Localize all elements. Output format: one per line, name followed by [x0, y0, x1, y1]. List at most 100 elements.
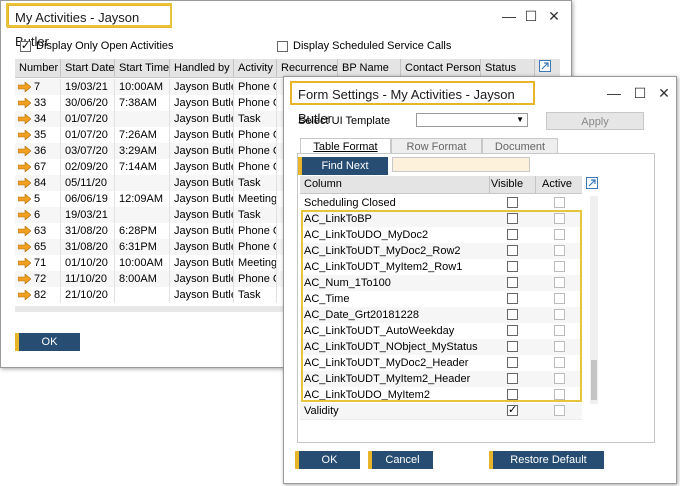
link-arrow-icon[interactable]: [18, 226, 31, 236]
settings-cancel-button[interactable]: Cancel: [368, 451, 433, 469]
list-item[interactable]: AC_LinkToUDT_MyItem2_Header: [300, 371, 582, 388]
close-icon[interactable]: ✕: [546, 8, 562, 24]
list-item[interactable]: AC_LinkToUDO_MyDoc2: [300, 227, 582, 244]
visible-checkbox[interactable]: [507, 309, 518, 320]
link-arrow-icon[interactable]: [18, 194, 31, 204]
col-visible[interactable]: Visible: [489, 176, 524, 193]
table-cell: 7:26AM: [115, 127, 170, 143]
activities-titlebar[interactable]: My Activities - Jayson Butler — ☐ ✕: [1, 1, 571, 49]
col-number[interactable]: Number: [15, 59, 61, 77]
link-arrow-icon[interactable]: [18, 146, 31, 156]
col-active[interactable]: Active: [535, 176, 578, 193]
table-cell: 21/10/20: [61, 287, 115, 303]
visible-checkbox[interactable]: [507, 245, 518, 256]
list-item[interactable]: AC_Time: [300, 291, 582, 308]
table-cell: [115, 111, 170, 127]
expand-grid-icon[interactable]: [586, 177, 598, 189]
scrollbar-thumb[interactable]: [591, 360, 597, 400]
tab-row-format[interactable]: Row Format: [391, 138, 482, 154]
visible-checkbox[interactable]: [507, 197, 518, 208]
display-scheduled-checkbox[interactable]: [277, 41, 288, 52]
link-arrow-icon[interactable]: [18, 98, 31, 108]
list-item[interactable]: Scheduling Closed: [300, 195, 582, 212]
link-arrow-icon[interactable]: [18, 178, 31, 188]
col-start-date[interactable]: Start Date: [61, 59, 115, 77]
list-item[interactable]: Validity: [300, 403, 582, 420]
visible-checkbox[interactable]: [507, 403, 518, 416]
visible-checkbox[interactable]: [507, 213, 518, 224]
list-item[interactable]: AC_LinkToUDT_AutoWeekday: [300, 323, 582, 340]
col-bp-name[interactable]: BP Name: [338, 59, 401, 77]
find-next-button[interactable]: Find Next: [298, 157, 388, 175]
active-checkbox: [554, 373, 565, 384]
form-settings-titlebar[interactable]: Form Settings - My Activities - Jayson B…: [284, 77, 676, 126]
table-cell: 30/06/20: [61, 95, 115, 111]
settings-ok-button[interactable]: OK: [295, 451, 360, 469]
link-arrow-icon[interactable]: [18, 258, 31, 268]
active-checkbox: [554, 357, 565, 368]
tab-table-format[interactable]: Table Format: [300, 138, 391, 154]
visible-checkbox[interactable]: [507, 341, 518, 352]
list-item[interactable]: AC_LinkToBP: [300, 211, 582, 228]
settings-scrollbar[interactable]: [590, 196, 598, 404]
link-arrow-icon[interactable]: [18, 82, 31, 92]
active-checkbox: [554, 261, 565, 272]
select-template-dropdown[interactable]: ▼: [416, 113, 528, 127]
col-status[interactable]: Status: [481, 59, 535, 77]
cell-number: 71: [15, 255, 61, 271]
activities-ok-button[interactable]: OK: [15, 333, 80, 351]
maximize-icon[interactable]: ☐: [632, 85, 648, 101]
visible-checkbox[interactable]: [507, 293, 518, 304]
visible-checkbox[interactable]: [507, 261, 518, 272]
find-input[interactable]: [392, 157, 530, 172]
restore-default-button[interactable]: Restore Default: [489, 451, 604, 469]
visible-checkbox[interactable]: [507, 357, 518, 368]
visible-checkbox[interactable]: [507, 277, 518, 288]
link-arrow-icon[interactable]: [18, 274, 31, 284]
cell-number: 33: [15, 95, 61, 111]
list-item[interactable]: AC_LinkToUDT_NObject_MyStatus: [300, 339, 582, 356]
apply-button[interactable]: Apply: [546, 112, 644, 130]
link-arrow-icon[interactable]: [18, 210, 31, 220]
link-arrow-icon[interactable]: [18, 130, 31, 140]
table-cell: Phone Ca: [234, 143, 277, 159]
minimize-icon[interactable]: —: [501, 8, 517, 24]
col-contact-person[interactable]: Contact Person: [401, 59, 481, 77]
maximize-icon[interactable]: ☐: [523, 8, 539, 24]
visible-checkbox[interactable]: [507, 325, 518, 336]
close-icon[interactable]: ✕: [656, 85, 672, 101]
link-arrow-icon[interactable]: [18, 114, 31, 124]
list-item[interactable]: AC_LinkToUDO_MyItem2: [300, 387, 582, 404]
expand-grid-icon[interactable]: [539, 60, 551, 72]
table-cell: Jayson Butler: [170, 223, 234, 239]
table-cell: 19/03/21: [61, 79, 115, 95]
visible-checkbox[interactable]: [507, 229, 518, 240]
minimize-icon[interactable]: —: [606, 85, 622, 101]
col-activity[interactable]: Activity: [234, 59, 277, 77]
list-item[interactable]: AC_Num_1To100: [300, 275, 582, 292]
table-cell: 10:00AM: [115, 79, 170, 95]
link-arrow-icon[interactable]: [18, 242, 31, 252]
list-item[interactable]: AC_LinkToUDT_MyDoc2_Header: [300, 355, 582, 372]
table-cell: Jayson Butler: [170, 239, 234, 255]
cell-number: 84: [15, 175, 61, 191]
list-item[interactable]: AC_LinkToUDT_MyDoc2_Row2: [300, 243, 582, 260]
link-arrow-icon[interactable]: [18, 162, 31, 172]
col-recurrence[interactable]: Recurrence: [277, 59, 338, 77]
cell-number-text: 34: [34, 113, 47, 125]
visible-checkbox[interactable]: [507, 389, 518, 400]
list-item[interactable]: AC_Date_Grt20181228: [300, 307, 582, 324]
table-cell: 01/07/20: [61, 127, 115, 143]
col-handled-by[interactable]: Handled by: [170, 59, 234, 77]
active-checkbox: [554, 213, 565, 224]
list-item[interactable]: AC_LinkToUDT_MyItem2_Row1: [300, 259, 582, 276]
display-open-checkbox[interactable]: [20, 39, 31, 52]
col-start-time[interactable]: Start Time: [115, 59, 170, 77]
col-column[interactable]: Column: [304, 176, 342, 193]
active-checkbox: [554, 325, 565, 336]
tab-document[interactable]: Document: [482, 138, 558, 154]
cell-number-text: 72: [34, 273, 47, 285]
cell-number-text: 36: [34, 145, 47, 157]
visible-checkbox[interactable]: [507, 373, 518, 384]
link-arrow-icon[interactable]: [18, 290, 31, 300]
